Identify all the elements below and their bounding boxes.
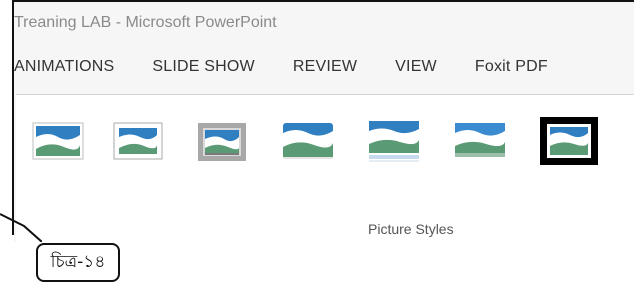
picture-style-soft-edge-icon[interactable]: [280, 117, 336, 165]
picture-style-gray-shadow-icon[interactable]: [194, 117, 250, 165]
tab-review[interactable]: REVIEW: [293, 58, 357, 88]
tab-view[interactable]: VIEW: [395, 58, 437, 88]
figure-frame-border: [0, 0, 14, 235]
ribbon-panel: Picture Styles: [16, 94, 634, 243]
tab-foxit-pdf[interactable]: Foxit PDF: [475, 58, 548, 88]
picture-style-simple-frame-white-icon[interactable]: [30, 117, 86, 165]
picture-styles-gallery: [28, 117, 628, 177]
window-title: Treaning LAB - Microsoft PowerPoint: [14, 14, 277, 31]
callout-pointer: [0, 213, 42, 242]
ribbon-tabs: ANIMATIONS SLIDE SHOW REVIEW VIEW Foxit …: [14, 58, 586, 88]
picture-style-thick-white-frame-icon[interactable]: [110, 117, 166, 165]
tab-animations[interactable]: ANIMATIONS: [14, 58, 114, 88]
picture-styles-group-label: Picture Styles: [368, 221, 454, 237]
picture-style-black-frame-icon[interactable]: [538, 115, 600, 167]
powerpoint-window: Treaning LAB - Microsoft PowerPoint ANIM…: [14, 0, 634, 243]
tab-slide-show[interactable]: SLIDE SHOW: [152, 58, 254, 88]
picture-style-reflected-icon[interactable]: [366, 117, 422, 165]
figure-caption-badge: চিত্র-১৪: [36, 243, 120, 282]
picture-style-fade-icon[interactable]: [452, 117, 508, 165]
